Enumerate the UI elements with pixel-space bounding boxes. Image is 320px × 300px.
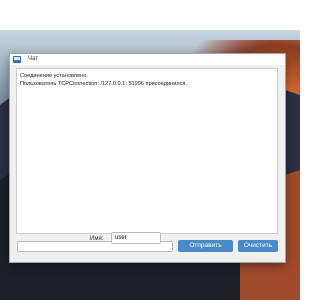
log-line: Пользователь TCPConnection: /127.0.0.1: …: [20, 81, 188, 87]
clear-button[interactable]: Очистить: [238, 240, 278, 252]
name-input[interactable]: [111, 232, 161, 244]
window-title: Чат: [28, 56, 38, 62]
send-button[interactable]: Отправить: [178, 240, 233, 252]
log-line: Соединение установлено.: [20, 73, 88, 79]
chat-log[interactable]: Соединение установлено. Пользователь TCP…: [16, 68, 278, 234]
title-bar[interactable]: Чат: [10, 54, 285, 65]
name-label: Имя:: [90, 236, 104, 242]
app-icon: [13, 56, 21, 63]
chat-window: Чат Соединение установлено. Пользователь…: [10, 54, 285, 262]
